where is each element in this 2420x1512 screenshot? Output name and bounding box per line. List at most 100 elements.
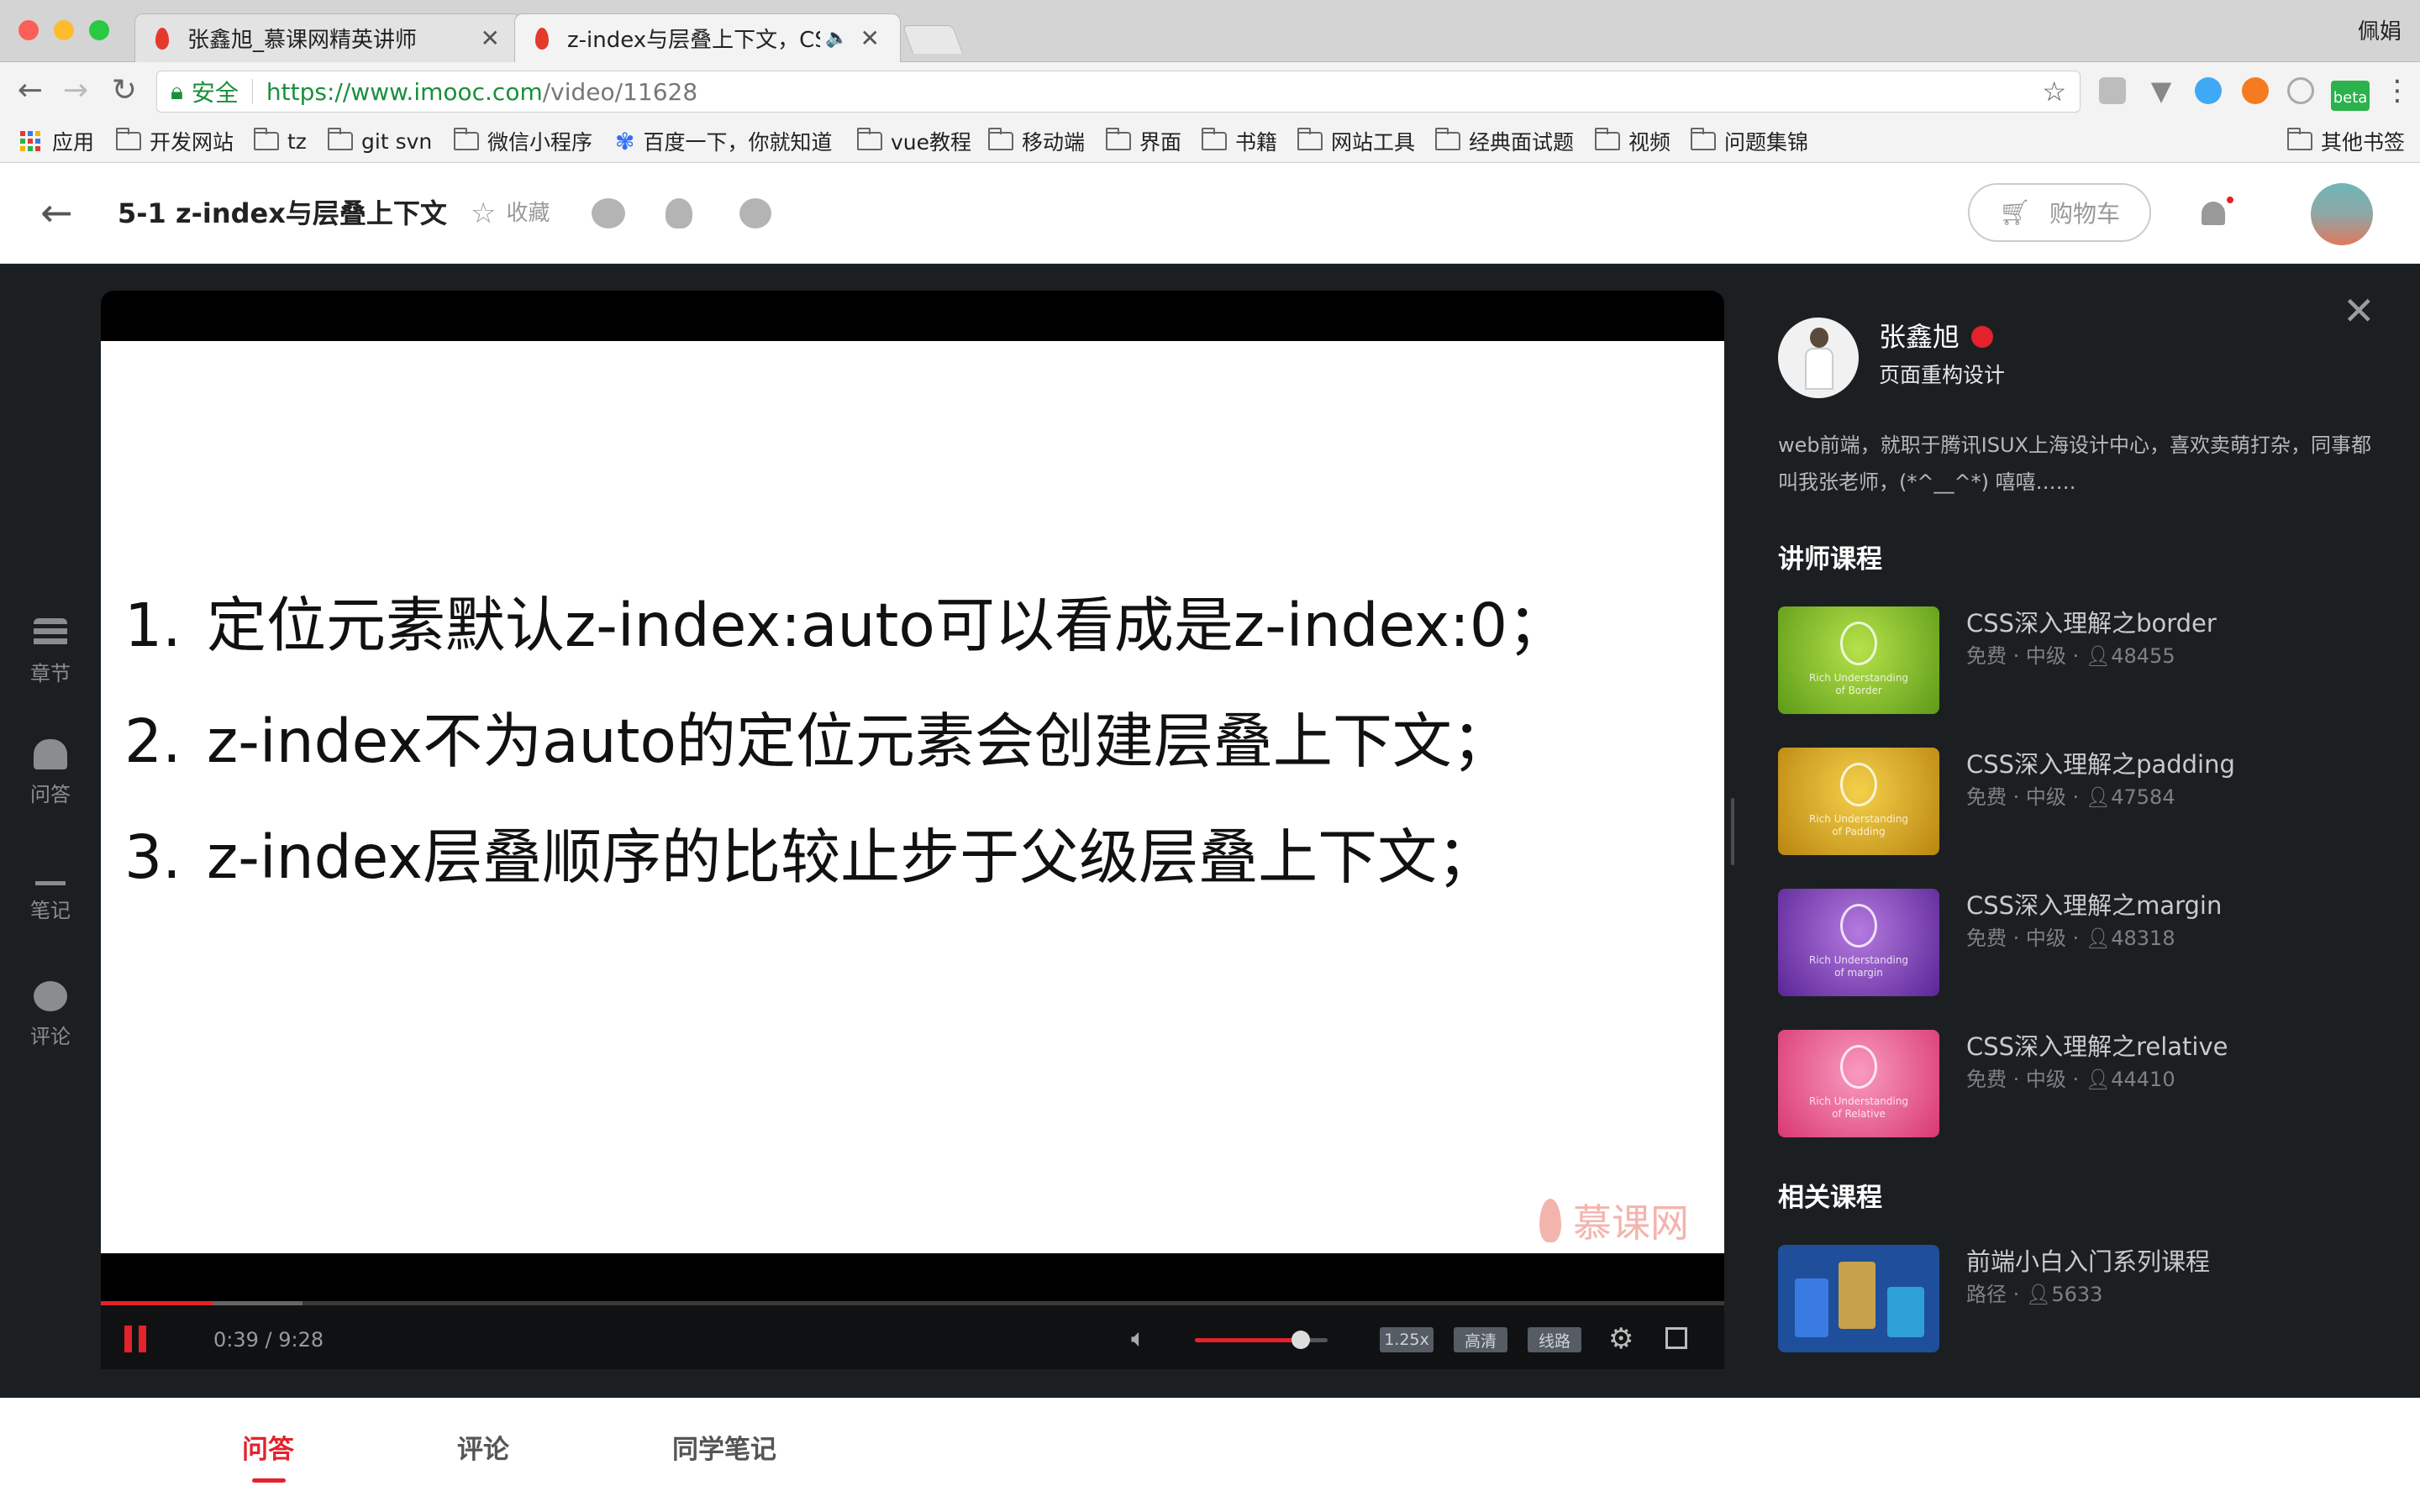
course-item[interactable]: Rich Understanding of Border CSS深入理解之bord… [1778,606,2383,714]
bookmark-star-icon[interactable]: ☆ [2042,76,2066,108]
fullscreen-icon[interactable] [1665,1327,1687,1349]
bookmark-baidu[interactable]: ✾ 百度一下，你就知道 [615,126,832,156]
bookmark-apps[interactable]: 应用 [20,126,94,156]
volume-fill [1195,1338,1301,1342]
bookmark-label: 书籍 [1235,130,1278,155]
related-course-item[interactable]: 前端小白入门系列课程 路径 · 👤︎5633 [1778,1245,2383,1352]
url-separator [251,79,253,104]
bookmark-folder[interactable]: 移动端 [988,126,1085,156]
course-thumbnail: Rich Understanding of Padding [1778,748,1939,855]
reload-icon[interactable]: ↻ [106,72,143,109]
course-meta: 免费 · 中级 · 👤︎48455 [1966,644,2175,668]
notification-bell-icon[interactable] [2198,197,2233,230]
browser-tab-2[interactable]: z-index与层叠上下文，CSS深入理解之z-index 🔈 ✕ [514,13,901,62]
extension-vue-icon[interactable]: ▼ [2148,77,2175,104]
url-path: /video/11628 [542,77,698,106]
bookmark-label: 应用 [52,130,95,155]
extension-orange-icon[interactable] [2242,77,2269,104]
back-arrow-icon[interactable]: ← [40,192,73,234]
bookmark-folder[interactable]: tz [254,126,307,156]
course-item[interactable]: Rich Understanding of margin CSS深入理解之marg… [1778,889,2383,996]
teacher-name[interactable]: 张鑫旭 [1879,319,1994,354]
folder-icon [1435,128,1460,150]
bookmark-folder[interactable]: 书籍 [1202,126,1277,156]
pause-icon[interactable] [124,1326,146,1352]
other-bookmarks[interactable]: 其他书签 [2287,126,2405,156]
window-close-button[interactable] [18,20,39,40]
sidebar-item-label: 问答 [30,783,71,806]
extension-blue-icon[interactable] [2195,77,2222,104]
course-item[interactable]: Rich Understanding of Relative CSS深入理解之re… [1778,1030,2383,1137]
bookmark-label: git svn [361,129,433,154]
bookmark-folder[interactable]: 开发网站 [116,126,234,156]
bookmark-label: 网站工具 [1331,130,1416,155]
favorite-button[interactable]: ☆ 收藏 [471,195,550,232]
slide-line: 2. z-index不为auto的定位元素会创建层叠上下文； [124,706,1512,776]
pen-icon [35,860,66,885]
course-title: CSS深入理解之padding [1966,750,2235,779]
weibo-share-icon[interactable] [739,198,771,228]
tab-comments[interactable]: 评论 [457,1431,509,1468]
new-tab-button[interactable] [902,25,964,54]
course-meta: 路径 · 👤︎5633 [1966,1283,2103,1306]
sidebar-item-notes[interactable]: 笔记 [0,860,101,923]
video-slide [101,341,1724,1253]
extension-beta-icon[interactable]: beta [2331,81,2370,111]
user-icon: 👤︎ [2085,927,2112,950]
qq-share-icon[interactable] [666,198,692,228]
teacher-role: 页面重构设计 [1879,363,2006,387]
teacher-bio: web前端，就职于腾讯ISUX上海设计中心，喜欢卖萌打杂，同事都叫我张老师，(*… [1778,433,2371,494]
cart-button[interactable]: 🛒︎ 购物车 [1968,183,2151,242]
teacher-badge-icon [1971,326,1994,348]
browser-tab-1[interactable]: 张鑫旭_慕课网精英讲师 ✕ [134,13,521,62]
content-tabs-bar [0,1398,2420,1512]
course-thumbnail [1778,1245,1939,1352]
window-zoom-button[interactable] [89,20,109,40]
course-thumbnail: Rich Understanding of Border [1778,606,1939,714]
list-icon [34,618,67,648]
sidebar-item-comments[interactable]: 评论 [0,981,101,1049]
tab-classmate-notes[interactable]: 同学笔记 [672,1431,776,1468]
bookmark-folder[interactable]: git svn [328,126,432,156]
profile-name[interactable]: 佩娟 [2358,17,2402,47]
bookmark-folder[interactable]: 问题集锦 [1691,126,1808,156]
user-avatar[interactable] [2311,183,2373,245]
course-item[interactable]: Rich Understanding of Padding CSS深入理解之pad… [1778,748,2383,855]
line-button[interactable]: 线路 [1528,1327,1581,1352]
back-nav-icon[interactable]: ← [12,72,49,109]
folder-icon [254,128,279,150]
extension-rip-icon[interactable] [2099,77,2126,104]
speed-button[interactable]: 1.25x [1380,1327,1434,1352]
bookmark-folder[interactable]: vue教程 [857,126,971,156]
panel-resize-handle[interactable] [1731,798,1734,865]
forward-nav-icon[interactable]: → [57,72,94,109]
sidebar-item-qa[interactable]: 问答 [0,739,101,807]
tab-close-icon[interactable]: ✕ [481,24,500,52]
settings-gear-icon[interactable]: ⚙ [1608,1324,1634,1354]
teacher-avatar[interactable] [1778,318,1859,398]
tab-close-icon[interactable]: ✕ [860,24,880,52]
time-display: 0:39 / 9:28 [213,1328,324,1352]
qa-icon [34,739,67,769]
extension-circle-icon[interactable] [2287,77,2314,104]
quality-button[interactable]: 高清 [1454,1327,1507,1352]
tab-audio-icon[interactable]: 🔈 [825,28,848,49]
volume-icon[interactable]: 🔈︎ [1131,1324,1146,1354]
lock-icon: 🔒︎ [171,77,183,105]
url-bar[interactable]: 🔒︎ 安全 https://www.imooc.com/video/11628 … [156,71,2081,113]
volume-knob[interactable] [1292,1331,1310,1349]
bookmark-folder[interactable]: 界面 [1106,126,1181,156]
bookmark-folder[interactable]: 网站工具 [1297,126,1415,156]
sidebar-item-chapters[interactable]: 章节 [0,618,101,686]
close-panel-icon[interactable]: ✕ [2343,291,2375,331]
wechat-share-icon[interactable] [592,198,625,228]
bookmark-folder[interactable]: 经典面试题 [1435,126,1574,156]
bookmark-folder[interactable]: 视频 [1595,126,1670,156]
notification-dot [2227,197,2233,203]
window-minimize-button[interactable] [54,20,74,40]
browser-menu-icon[interactable]: ⋮ [2383,74,2412,108]
tab-qa[interactable]: 问答 [242,1431,294,1468]
folder-icon [2287,128,2312,150]
bookmark-folder[interactable]: 微信小程序 [454,126,592,156]
tab-title: z-index与层叠上下文，CSS深入理解之z-index [567,28,820,53]
